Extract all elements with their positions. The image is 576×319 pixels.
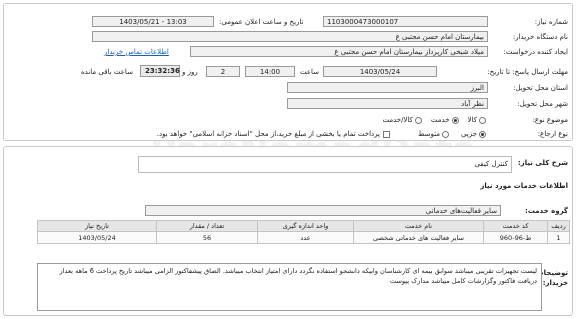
col-need-date: تاریخ نیاز xyxy=(37,220,157,232)
need-number-field: 1103000473000107 xyxy=(323,16,488,27)
cell-service-name: سایر فعالیت های خدماتی شخصی xyxy=(353,231,484,244)
service-group-label: گروه خدمت: xyxy=(525,207,568,215)
payment-radio-group: جزیی متوسط xyxy=(418,129,486,139)
cell-service-code: ط-96-960 xyxy=(483,231,548,244)
city-field: نظر آباد xyxy=(287,98,488,109)
table-row: 1 ط-96-960 سایر فعالیت های خدماتی شخصی ع… xyxy=(37,231,570,244)
col-row-number: ردیف xyxy=(547,220,570,232)
col-quantity: تعداد / مقدار xyxy=(156,220,258,232)
radio-service[interactable] xyxy=(451,116,459,124)
category-option-both[interactable]: کالا/خدمت xyxy=(382,115,422,125)
col-unit: واحد اندازه گیری xyxy=(257,220,354,232)
category-option-service[interactable]: خدمت xyxy=(431,115,459,125)
remaining-days-label: روز و xyxy=(182,68,198,76)
announce-datetime-field: 1403/05/21 - 13:03 xyxy=(92,16,214,27)
province-label: استان محل تحویل: xyxy=(513,84,568,92)
treasury-note-text: پرداخت تمام یا بخشی از مبلغ خرید،از محل … xyxy=(156,130,380,138)
deadline-time-label: ساعت xyxy=(300,68,320,76)
general-desc-label: شرح کلی نیاز: xyxy=(517,159,568,167)
creator-label: ایجاد کننده درخواست: xyxy=(503,48,569,56)
province-field: البرز xyxy=(287,82,488,93)
payment-option-partial-label: جزیی xyxy=(461,130,477,138)
remaining-days-field: 2 xyxy=(206,66,240,77)
category-radio-group: کالا خدمت کالا/خدمت xyxy=(382,115,486,125)
buyer-contact-link[interactable]: اطلاعات تماس خریدار xyxy=(104,47,169,57)
category-option-goods[interactable]: کالا xyxy=(468,115,486,125)
deadline-date-field: 1403/05/24 xyxy=(323,66,437,77)
cell-need-date: 1403/05/24 xyxy=(37,231,157,244)
buyer-notes-box: لیست تجهیزات تقریبی میباشد سوابق بیمه ای… xyxy=(37,263,542,311)
radio-both[interactable] xyxy=(414,116,422,124)
payment-option-medium[interactable]: متوسط xyxy=(418,129,450,139)
need-number-label: شماره نیاز: xyxy=(534,18,568,26)
category-option-service-label: خدمت xyxy=(430,116,450,124)
buyer-name-label: نام دستگاه خریدار: xyxy=(512,33,568,41)
remaining-time-counter: 23:32:36 xyxy=(140,65,180,77)
creator-field: میلاد شیخی کارپرداز بیمارستان امام حسن م… xyxy=(190,46,488,57)
deadline-label: مهلت ارسال پاسخ: تا تاریخ: xyxy=(487,68,568,76)
general-desc-field: کنترل کیفی xyxy=(138,156,512,173)
radio-partial[interactable] xyxy=(479,130,486,138)
buyer-name-field: بیمارستان امام حسن مجتبی ع xyxy=(92,31,488,42)
service-group-field: سایر فعالیت‌های خدماتی xyxy=(145,205,501,216)
payment-label: نوع ارجاع: xyxy=(537,130,568,138)
treasury-checkbox[interactable] xyxy=(383,130,390,138)
col-service-code: کد خدمت xyxy=(483,220,548,232)
city-label: شهر محل تحویل: xyxy=(517,100,568,108)
cell-quantity: 56 xyxy=(156,231,258,244)
col-service-name: نام خدمت xyxy=(353,220,484,232)
services-table: ردیف کد خدمت نام خدمت واحد اندازه گیری ت… xyxy=(37,220,570,244)
category-option-goods-label: کالا xyxy=(467,116,477,124)
category-label: موضوع نوع: xyxy=(532,116,568,124)
announce-datetime-label: تاریخ و ساعت اعلان عمومی: xyxy=(219,18,304,26)
radio-medium[interactable] xyxy=(442,130,450,138)
cell-unit: عدد xyxy=(257,231,354,244)
cell-row-number: 1 xyxy=(547,231,570,244)
radio-goods[interactable] xyxy=(479,116,486,124)
services-table-wrap: ردیف کد خدمت نام خدمت واحد اندازه گیری ت… xyxy=(37,220,570,244)
payment-option-medium-label: متوسط xyxy=(418,130,441,138)
remaining-time-label: ساعت باقی مانده xyxy=(81,68,133,76)
treasury-note: پرداخت تمام یا بخشی از مبلغ خرید،از محل … xyxy=(157,129,390,139)
table-header-row: ردیف کد خدمت نام خدمت واحد اندازه گیری ت… xyxy=(37,220,570,232)
category-option-both-label: کالا/خدمت xyxy=(382,116,413,124)
deadline-time-field: 14:00 xyxy=(245,66,295,77)
payment-option-partial[interactable]: جزیی xyxy=(461,129,486,139)
services-title: اطلاعات خدمات مورد نیاز xyxy=(480,182,568,190)
